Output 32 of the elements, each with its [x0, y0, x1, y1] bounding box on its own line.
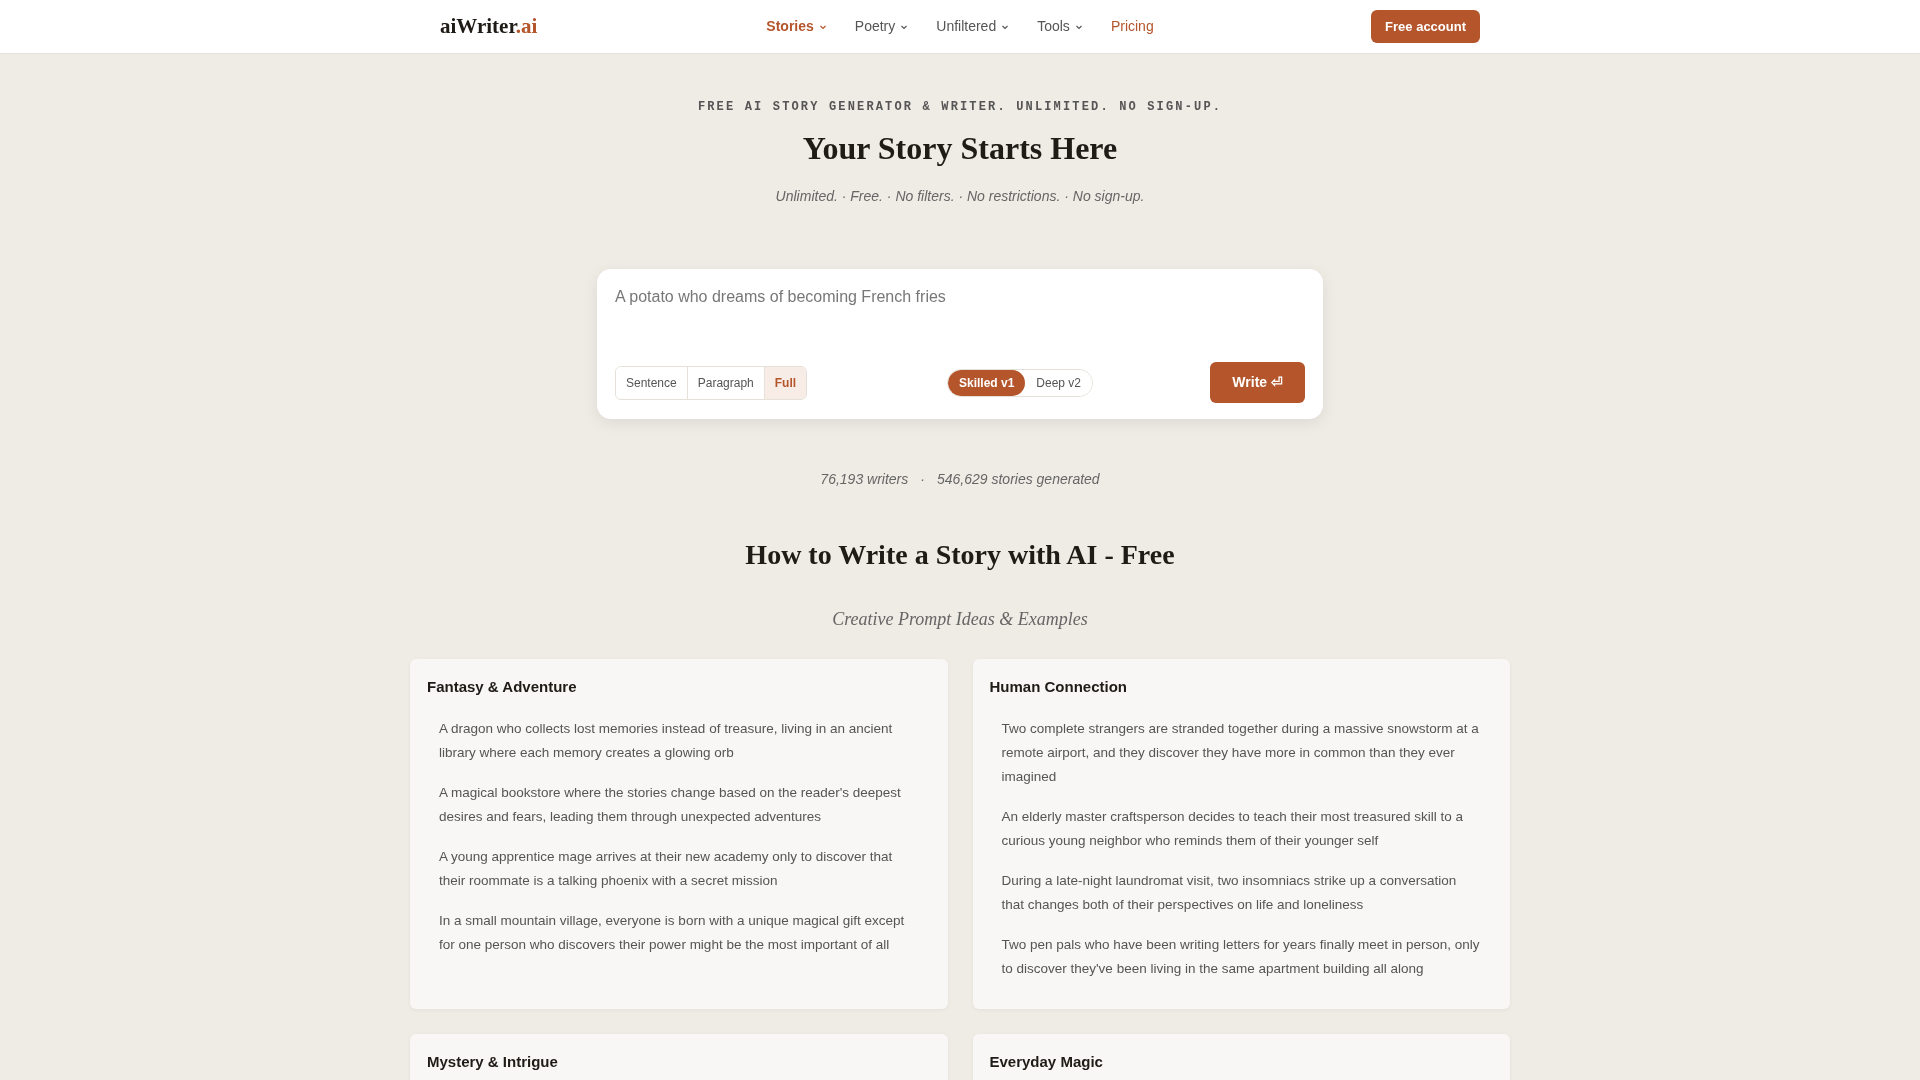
composer-card[interactable]: A potato who dreams of becoming French fries Sentence Paragraph Full Skilled v1 Deep v2 Write ⏎	[597, 269, 1323, 419]
nav-menu[interactable]: Unfiltered	[936, 16, 1010, 37]
length-option[interactable]: Full	[763, 366, 806, 399]
free-account-button[interactable]: Free account	[1371, 10, 1480, 43]
nav-menu[interactable]: Stories	[766, 16, 827, 37]
model-option[interactable]: Skilled v1	[947, 369, 1026, 396]
prompt-example[interactable]: Two complete strangers are stranded together during a massive snowstorm at a remote airport, and they discover they have more in common than they ever imagined	[1001, 716, 1481, 789]
prompt-example[interactable]: A dragon who collects lost memories instead of treasure, living in an ancient library where each memory creates a glowing orb	[439, 716, 919, 765]
nav-menu[interactable]: Tools	[1037, 16, 1083, 37]
write-button[interactable]: Write ⏎	[1210, 362, 1305, 403]
prompt-example[interactable]: In a small mountain village, everyone is born with a unique magical gift except for one person who discovers their power might be the most important of all	[439, 908, 919, 957]
site-logo[interactable]: aiWriter.ai	[440, 10, 590, 43]
category-title: Everyday Magic	[989, 1052, 1104, 1072]
prompt-example[interactable]: A magical bookstore where the stories change based on the reader's deepest desires and fears, leading them through unexpected adventures	[439, 780, 919, 829]
nav-menu[interactable]: Poetry	[854, 16, 909, 37]
hero-tagline: Unlimited. · Free. · No filters. · No restrictions. · No sign-up.	[775, 187, 1145, 206]
section-subtitle: Creative Prompt Ideas & Examples	[832, 608, 1088, 631]
category-title: Human Connection	[989, 677, 1128, 697]
hero-eyebrow: FREE AI STORY GENERATOR & WRITER. UNLIMITED. NO SIGN-UP.	[697, 99, 1223, 116]
category-title: Mystery & Intrigue	[427, 1052, 559, 1072]
prompt-example[interactable]: During a late-night laundromat visit, two insomniacs strike up a conversation that changes both of their perspectives on life and loneliness	[1001, 868, 1481, 917]
category-title: Fantasy & Adventure	[427, 677, 578, 697]
prompt-example[interactable]: A young apprentice mage arrives at their new academy only to discover that their roommate is a talking phoenix with a secret mission	[439, 844, 919, 893]
stat-text: 76,193 writers	[820, 470, 909, 489]
hero-title: Your Story Starts Here	[802, 129, 1118, 168]
stat-text: 546,629 stories generated	[936, 470, 1100, 489]
stat-text: ·	[920, 470, 925, 489]
prompt-example[interactable]: An elderly master craftsperson decides to teach their most treasured skill to a curious young neighbor who reminds them of their younger self	[1001, 804, 1481, 853]
nav-link[interactable]: Pricing	[1110, 16, 1154, 37]
prompt-example[interactable]: Two pen pals who have been writing letters for years finally meet in person, only to discover they've been living in the same apartment building all along	[1001, 932, 1481, 981]
story-prompt-field[interactable]: A potato who dreams of becoming French fries	[615, 285, 1305, 362]
section-title: How to Write a Story with AI - Free	[745, 538, 1175, 572]
